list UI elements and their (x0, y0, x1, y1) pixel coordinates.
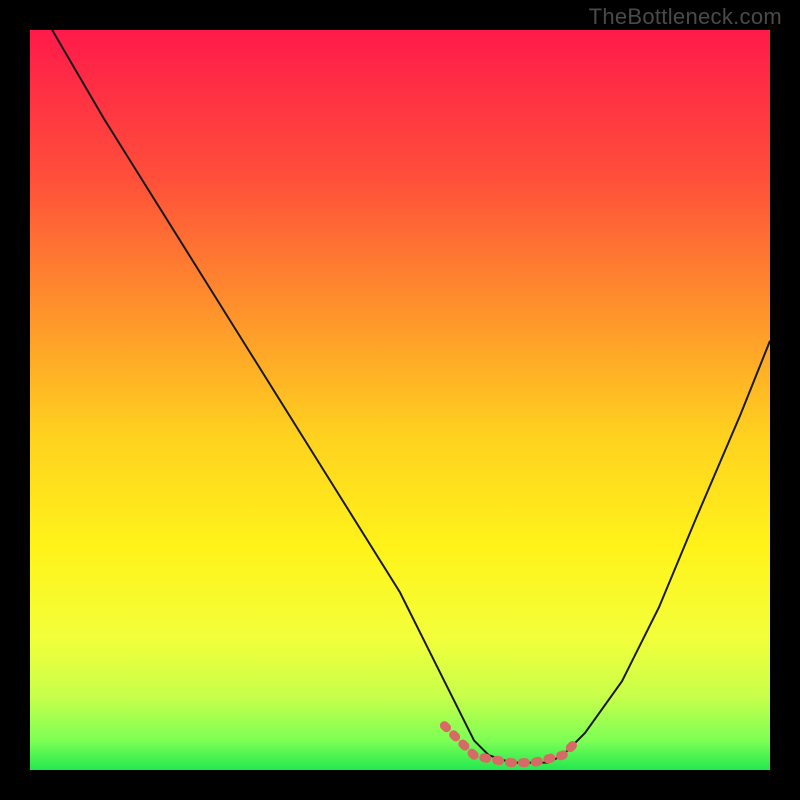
frame-right (770, 0, 800, 800)
plot-area (30, 30, 770, 770)
bottleneck-curve (52, 30, 770, 763)
curve-layer (30, 30, 770, 770)
frame-left (0, 0, 30, 800)
frame-bottom (0, 770, 800, 800)
watermark-text: TheBottleneck.com (589, 4, 782, 30)
bottom-highlight (444, 726, 577, 763)
